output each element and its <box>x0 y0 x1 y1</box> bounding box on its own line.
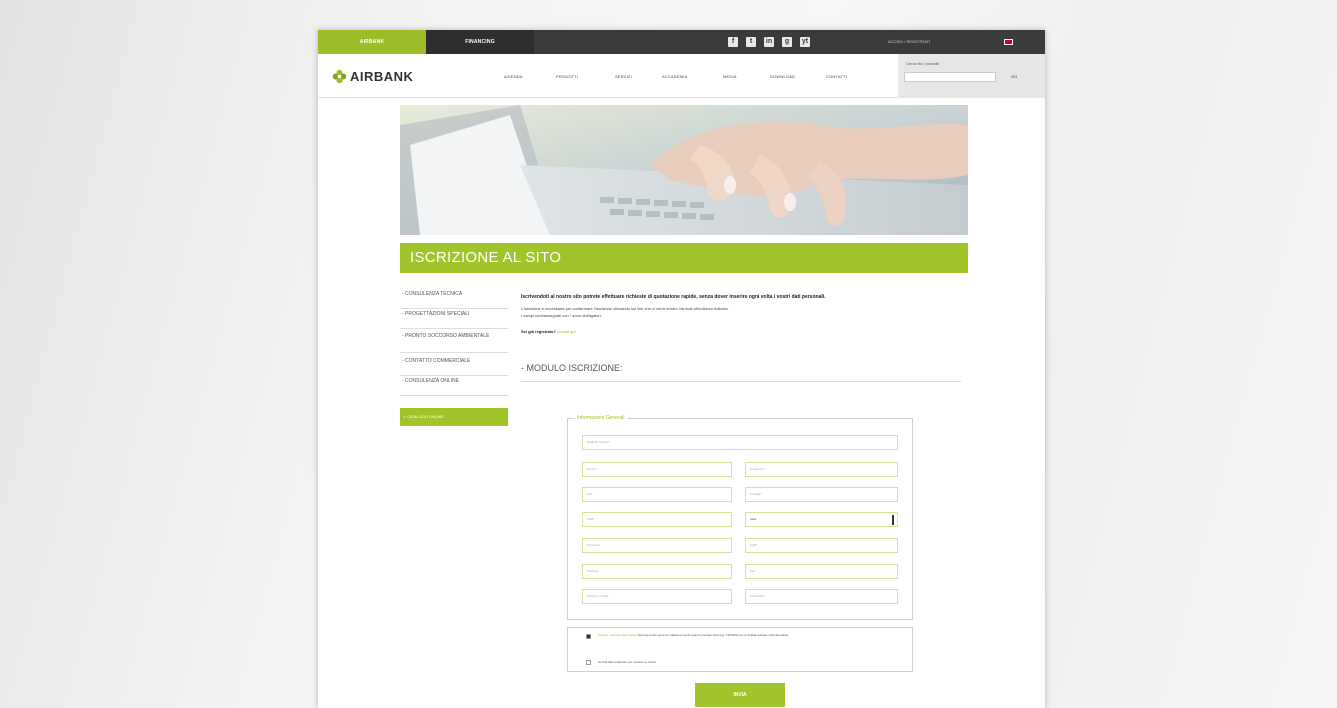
intro-heading: Iscrivendoti al nostro sito potrete effe… <box>521 294 826 300</box>
first-name-field[interactable]: Nome* <box>582 462 732 477</box>
required-note: I campi contrassegnati con * sono obblig… <box>521 313 602 318</box>
hero-image <box>400 105 968 235</box>
nav-accademia[interactable]: ACCADEMIA <box>662 74 688 79</box>
facebook-icon[interactable]: f <box>728 37 738 47</box>
sidebar-item-consulenza-tecnica[interactable]: - CONSULENZA TECNICA <box>400 291 508 309</box>
newsletter-consent-text: Iscriviti alla newsletter per ricevere l… <box>598 660 656 664</box>
fieldset-legend: Informazioni Generali <box>575 415 627 421</box>
youtube-icon[interactable]: yt <box>800 37 810 47</box>
zip-field[interactable]: CAP* <box>745 538 898 553</box>
consent-box: Privacy - Accetto Informativa I dati per… <box>567 627 913 672</box>
sidebar-item-pronto-soccorso[interactable]: - PRONTO SOCCORSO AMBIENTALE <box>400 333 508 353</box>
country-select-value: Italia <box>750 517 757 521</box>
nav-azienda[interactable]: AZIENDA <box>504 74 523 79</box>
nav-media[interactable]: MEDIA <box>723 74 737 79</box>
nav-servizi[interactable]: SERVIZI <box>615 74 632 79</box>
registration-fieldset: Informazioni Generali Ragione Sociale* N… <box>567 415 913 620</box>
nav-prodotti[interactable]: PRODOTTI <box>556 74 578 79</box>
typing-hands-illustration <box>400 105 968 235</box>
site-header: AIRBANK AZIENDA PRODOTTI SERVIZI ACCADEM… <box>318 54 1045 98</box>
already-registered-label: Sei già registrato? <box>521 329 556 334</box>
google-icon[interactable]: g <box>782 37 792 47</box>
page-title: ISCRIZIONE AL SITO <box>410 249 562 266</box>
nav-download[interactable]: DOWNLOAD <box>770 74 795 79</box>
locality-field[interactable]: Località* <box>745 487 898 502</box>
privacy-consent-text: Privacy - Accetto Informativa I dati per… <box>598 633 898 637</box>
logo-text: AIRBANK <box>350 68 414 84</box>
nav-contatti[interactable]: CONTATTI <box>826 74 847 79</box>
logo[interactable]: AIRBANK <box>332 67 413 85</box>
fax-field[interactable]: Fax <box>745 564 898 579</box>
search-label: Cerca tra i prodotti <box>906 61 939 66</box>
page-title-banner: ISCRIZIONE AL SITO <box>400 243 968 273</box>
twitter-icon[interactable]: t <box>746 37 756 47</box>
last-name-field[interactable]: Cognome* <box>745 462 898 477</box>
phone-field[interactable]: Telefono <box>582 564 732 579</box>
login-link[interactable]: ACCEDI / REGISTRATI <box>888 30 930 54</box>
city-field[interactable]: Città* <box>582 512 732 527</box>
tab-financing[interactable]: FINANCING <box>426 30 534 54</box>
top-bar: AIRBANK FINANCING f t in g yt ACCEDI / R… <box>318 30 1045 54</box>
catalog-button[interactable]: > CATALOGO ONLINE <box>400 408 508 426</box>
tab-airbank[interactable]: AIRBANK <box>318 30 426 54</box>
company-name-field[interactable]: Ragione Sociale* <box>582 435 898 450</box>
section-title: - MODULO ISCRIZIONE: <box>521 363 961 382</box>
province-field[interactable]: Provincia* <box>582 538 732 553</box>
search-button[interactable]: GO <box>1011 72 1017 82</box>
submit-button[interactable]: INVIA <box>695 683 785 707</box>
email-field[interactable]: Indirizzo e-mail* <box>582 589 732 604</box>
search-panel: Cerca tra i prodotti GO <box>898 54 1045 98</box>
intro-text: L'iscrizione è necessaria per confermare… <box>521 306 729 311</box>
select-caret-icon <box>892 515 894 525</box>
privacy-link[interactable]: Privacy - Accetto Informativa <box>598 633 636 637</box>
privacy-consent-body: I dati personali verranno trattati secon… <box>636 633 790 637</box>
privacy-checkbox[interactable] <box>586 634 591 639</box>
street-field[interactable]: Via* <box>582 487 732 502</box>
already-registered: Sei già registrato? Accedi qui <box>521 329 576 334</box>
sidebar-item-contatto-commerciale[interactable]: - CONTATTO COMMERCIALE <box>400 358 508 376</box>
login-here-link[interactable]: Accedi qui <box>557 329 575 334</box>
country-select[interactable]: Italia <box>745 512 898 527</box>
search-input[interactable] <box>904 72 996 82</box>
newsletter-checkbox[interactable] <box>586 660 591 665</box>
linkedin-icon[interactable]: in <box>764 37 774 47</box>
airbank-logo-icon <box>332 69 347 83</box>
language-flag-icon[interactable] <box>1004 39 1013 45</box>
browser-page: AIRBANK FINANCING f t in g yt ACCEDI / R… <box>318 30 1045 708</box>
sidebar-item-progettazioni-speciali[interactable]: - PROGETTAZIONI SPECIALI <box>400 311 508 329</box>
password-field[interactable]: Password* <box>745 589 898 604</box>
sidebar-item-consulenza-online[interactable]: - CONSULENZA ONLINE <box>400 378 508 396</box>
